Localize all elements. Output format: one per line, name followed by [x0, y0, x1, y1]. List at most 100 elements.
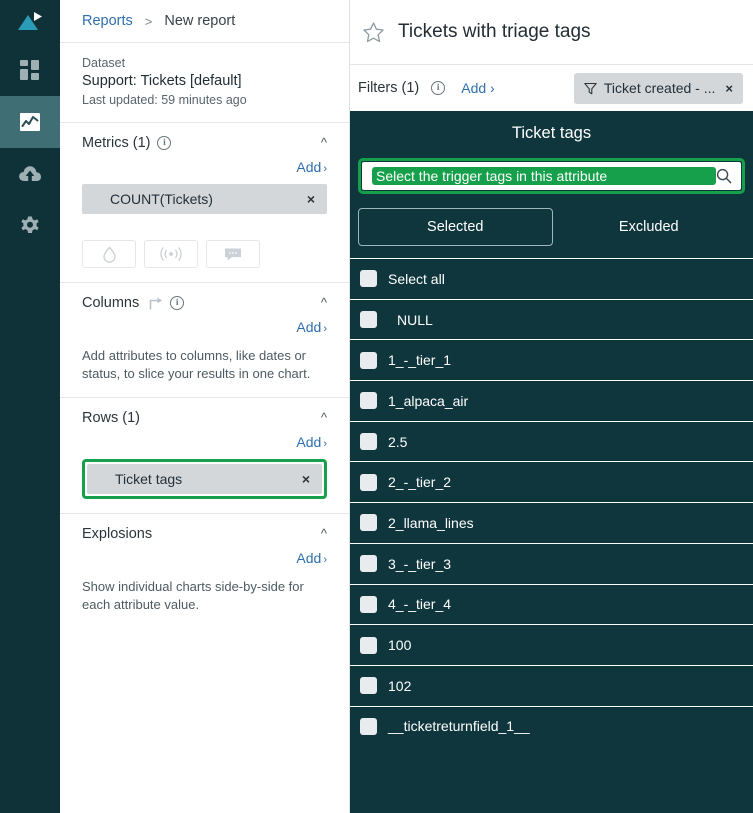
search-box[interactable]	[362, 162, 741, 190]
checkbox[interactable]	[360, 717, 377, 735]
dataset-name: Support: Tickets [default]	[82, 73, 242, 89]
swap-axes-icon[interactable]	[146, 296, 163, 311]
breadcrumb: Reports > New report	[60, 0, 349, 43]
checkbox[interactable]	[360, 311, 377, 329]
selection-mode-tabs: Selected Excluded	[350, 194, 753, 258]
checkbox[interactable]	[360, 555, 377, 573]
comment-button[interactable]	[206, 240, 260, 268]
cloud-upload-icon	[19, 166, 41, 181]
tag-label: 2_-_tier_2	[388, 474, 452, 491]
tag-label: 4_-_tier_4	[388, 596, 452, 613]
metric-chip-label: COUNT(Tickets)	[110, 191, 213, 207]
checkbox[interactable]	[360, 351, 377, 369]
droplet-button[interactable]	[82, 240, 136, 268]
sidebar-item-dashboard[interactable]	[0, 44, 60, 96]
dashboard-grid-icon	[20, 60, 39, 80]
chevron-right-icon: ›	[323, 554, 327, 566]
filter-chip-ticket-created[interactable]: Ticket created - ... ×	[573, 72, 743, 104]
tag-row[interactable]: 2_-_tier_2	[350, 461, 753, 502]
logo-icon	[18, 12, 42, 30]
breadcrumb-separator: >	[144, 13, 153, 29]
checkbox[interactable]	[360, 433, 377, 451]
remove-metric-icon[interactable]: ×	[307, 191, 315, 207]
filters-label: Filters (1)	[358, 80, 420, 96]
tag-label: NULL	[397, 311, 433, 328]
tag-label: 100	[388, 637, 412, 654]
attribute-selector-title: Ticket tags	[511, 124, 592, 142]
tag-label: 2_llama_lines	[388, 514, 474, 531]
tag-row-select-all[interactable]: Select all	[350, 258, 753, 299]
checkbox[interactable]	[360, 473, 377, 491]
broadcast-icon	[160, 247, 182, 261]
tag-label: __ticketreturnfield_1__	[388, 718, 530, 735]
tag-row[interactable]: 2.5	[350, 420, 753, 462]
columns-add-button[interactable]: Add ›	[82, 319, 327, 335]
broadcast-button[interactable]	[144, 240, 198, 268]
checkbox[interactable]	[360, 595, 377, 613]
info-icon[interactable]: i	[170, 296, 185, 310]
sidebar-item-upload[interactable]	[0, 148, 60, 200]
checkbox[interactable]	[360, 514, 377, 532]
tag-label: Select all	[388, 270, 445, 287]
remove-filter-icon[interactable]: ×	[725, 81, 733, 96]
metrics-add-button[interactable]: Add ›	[82, 159, 327, 175]
dataset-last-updated: Last updated: 59 minutes ago	[82, 93, 247, 107]
tab-selected-label: Selected	[427, 219, 484, 235]
tag-row[interactable]: 2_llama_lines	[350, 502, 753, 543]
tag-row[interactable]: 1_-_tier_1	[350, 339, 753, 380]
tag-row[interactable]: 4_-_tier_4	[350, 583, 753, 625]
search-highlight-outline	[358, 158, 745, 194]
tag-row[interactable]: 3_-_tier_3	[350, 542, 753, 584]
chevron-right-icon: ›	[486, 80, 495, 96]
remove-row-icon[interactable]: ×	[302, 471, 310, 487]
rows-add-button[interactable]: Add ›	[82, 434, 327, 450]
info-icon[interactable]: i	[431, 81, 446, 95]
tag-label: 3_-_tier_3	[388, 555, 452, 572]
comment-icon	[225, 248, 241, 261]
info-icon[interactable]: i	[157, 136, 172, 150]
metrics-section: Metrics (1) i ^ Add › COUNT(Tickets) ×	[60, 123, 349, 283]
sidebar-item-analytics[interactable]	[0, 96, 60, 148]
filters-add-button[interactable]: Add ›	[461, 80, 494, 96]
explosions-add-button[interactable]: Add ›	[82, 550, 327, 566]
tag-row[interactable]: __ticketreturnfield_1__	[350, 705, 753, 747]
breadcrumb-link-reports[interactable]: Reports	[82, 13, 133, 29]
tag-row[interactable]: 102	[350, 664, 753, 706]
chevron-up-icon[interactable]: ^	[321, 296, 327, 309]
row-chip-ticket-tags[interactable]: Ticket tags ×	[87, 464, 322, 494]
explosions-help-text: Show individual charts side-by-side for …	[82, 579, 304, 612]
report-builder-panel: Reports > New report Dataset Support: Ti…	[60, 0, 350, 813]
tag-row[interactable]: 1_alpaca_air	[350, 380, 753, 421]
tag-row[interactable]: 100	[350, 624, 753, 665]
checkbox[interactable]	[360, 270, 377, 288]
tab-selected[interactable]: Selected	[358, 208, 553, 246]
settings-gear-icon	[21, 216, 39, 233]
dataset-label: Dataset	[82, 56, 126, 70]
columns-header: Columns i ^	[82, 295, 327, 311]
columns-help-text: Add attributes to columns, like dates or…	[82, 348, 311, 381]
chevron-up-icon[interactable]: ^	[321, 411, 327, 424]
tab-excluded[interactable]: Excluded	[553, 208, 746, 246]
droplet-icon	[102, 246, 116, 263]
app-logo[interactable]	[0, 0, 60, 44]
sidebar-item-settings[interactable]	[0, 200, 60, 252]
explosions-section: Explosions ^ Add › Show individual charts…	[60, 514, 349, 628]
chevron-up-icon[interactable]: ^	[321, 527, 327, 540]
tag-label: 102	[388, 677, 412, 694]
tag-row[interactable]: NULL	[350, 298, 753, 340]
rows-section: Rows (1) ^ Add › Ticket tags ×	[60, 398, 349, 514]
chevron-up-icon[interactable]: ^	[321, 136, 327, 149]
metrics-title: Metrics (1)	[82, 135, 151, 151]
metric-chip[interactable]: COUNT(Tickets) ×	[82, 184, 327, 214]
checkbox[interactable]	[360, 636, 377, 654]
attribute-selector-panel: Ticket tags Selected	[350, 111, 753, 813]
explosions-title: Explosions	[82, 526, 153, 542]
search-input[interactable]	[372, 167, 716, 185]
star-outline-icon[interactable]	[362, 21, 385, 44]
checkbox[interactable]	[360, 392, 377, 410]
dataset-summary[interactable]: Dataset Support: Tickets [default] Last …	[60, 43, 349, 123]
funnel-icon	[584, 82, 597, 94]
tag-value-list[interactable]: Select all NULL 1_-_tier_1 1_alpaca_air 2.5 2…	[350, 258, 753, 813]
checkbox[interactable]	[360, 677, 377, 695]
search-icon[interactable]	[716, 168, 732, 184]
